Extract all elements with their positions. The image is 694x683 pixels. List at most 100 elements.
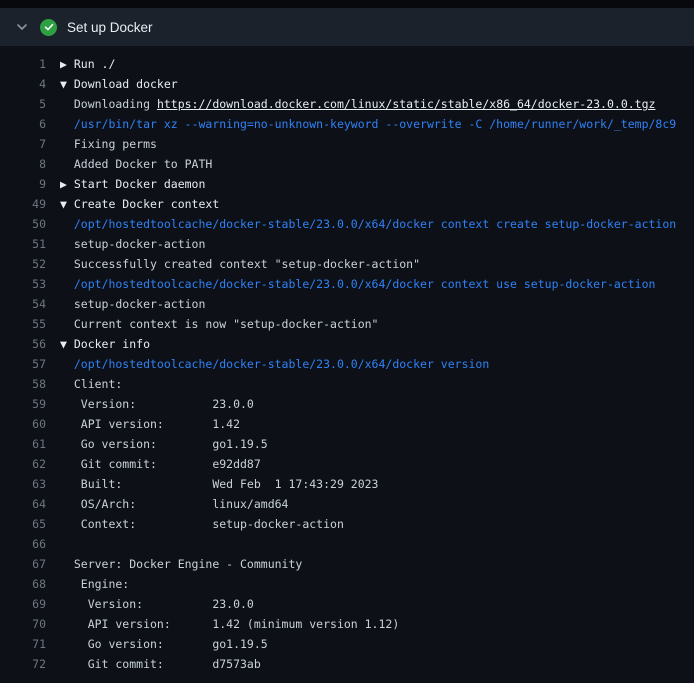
log-text: OS/Arch: linux/amd64 <box>60 497 288 511</box>
line-number[interactable]: 54 <box>0 294 46 314</box>
log-line: 67 Server: Docker Engine - Community <box>0 554 694 574</box>
log-line: 58 Client: <box>0 374 694 394</box>
log-line: 64 OS/Arch: linux/amd64 <box>0 494 694 514</box>
line-number[interactable]: 51 <box>0 234 46 254</box>
log-line: 54 setup-docker-action <box>0 294 694 314</box>
log-line: 59 Version: 23.0.0 <box>0 394 694 414</box>
line-number[interactable]: 59 <box>0 394 46 414</box>
line-content: Added Docker to PATH <box>46 154 212 174</box>
line-number[interactable]: 60 <box>0 414 46 434</box>
log-text: Go version: go1.19.5 <box>60 437 268 451</box>
line-content: ▼ Docker info <box>46 334 150 354</box>
log-text: ▼ Create Docker context <box>60 197 219 211</box>
line-number[interactable]: 68 <box>0 574 46 594</box>
line-number[interactable]: 71 <box>0 634 46 654</box>
line-number[interactable]: 65 <box>0 514 46 534</box>
log-text: Downloading <box>60 97 157 111</box>
log-text: API version: 1.42 (minimum version 1.12) <box>60 617 399 631</box>
line-number[interactable]: 49 <box>0 194 46 214</box>
log-group-line[interactable]: 9 ▶ Start Docker daemon <box>0 174 694 194</box>
line-content: Git commit: e92dd87 <box>46 454 261 474</box>
log-line: 55 Current context is now "setup-docker-… <box>0 314 694 334</box>
log-lines: 1▶ Run ./4 ▼ Download docker 5 Downloading… <box>0 54 694 674</box>
log-line: 53 /opt/hostedtoolcache/docker-stable/23… <box>0 274 694 294</box>
log-text: Version: 23.0.0 <box>60 597 254 611</box>
line-content: API version: 1.42 <box>46 414 240 434</box>
log-link[interactable]: https://download.docker.com/linux/static… <box>157 97 656 111</box>
line-content: OS/Arch: linux/amd64 <box>46 494 288 514</box>
line-content: ▶ Start Docker daemon <box>46 174 205 194</box>
line-number[interactable]: 57 <box>0 354 46 374</box>
check-circle-icon <box>40 19 57 36</box>
log-line: 50 /opt/hostedtoolcache/docker-stable/23… <box>0 214 694 234</box>
log-text: Git commit: e92dd87 <box>60 457 261 471</box>
log-group-line[interactable]: 49 ▼ Create Docker context <box>0 194 694 214</box>
line-number[interactable]: 1 <box>0 54 46 74</box>
log-text: API version: 1.42 <box>60 417 240 431</box>
line-content: Git commit: d7573ab <box>46 654 261 674</box>
line-content: Go version: go1.19.5 <box>46 634 268 654</box>
log-line: 61 Go version: go1.19.5 <box>0 434 694 454</box>
step-title: Set up Docker <box>67 20 153 35</box>
log-command-text: /usr/bin/tar xz --warning=no-unknown-key… <box>60 117 676 131</box>
line-content: API version: 1.42 (minimum version 1.12) <box>46 614 399 634</box>
line-number[interactable]: 55 <box>0 314 46 334</box>
log-text: Go version: go1.19.5 <box>60 637 268 651</box>
line-number[interactable]: 61 <box>0 434 46 454</box>
line-content: setup-docker-action <box>46 294 205 314</box>
line-number[interactable]: 4 <box>0 74 46 94</box>
line-number[interactable]: 69 <box>0 594 46 614</box>
line-number[interactable]: 70 <box>0 614 46 634</box>
line-number[interactable]: 64 <box>0 494 46 514</box>
line-content: Engine: <box>46 574 129 594</box>
line-content: Built: Wed Feb 1 17:43:29 2023 <box>46 474 379 494</box>
line-content <box>46 534 60 554</box>
log-group-line[interactable]: 4 ▼ Download docker <box>0 74 694 94</box>
log-line: 8 Added Docker to PATH <box>0 154 694 174</box>
chevron-down-icon[interactable] <box>16 21 28 33</box>
line-content: Successfully created context "setup-dock… <box>46 254 420 274</box>
line-number[interactable]: 5 <box>0 94 46 114</box>
log-line: 71 Go version: go1.19.5 <box>0 634 694 654</box>
log-line: 52 Successfully created context "setup-d… <box>0 254 694 274</box>
line-content: ▶ Run ./ <box>46 54 115 74</box>
log-text: Successfully created context "setup-dock… <box>60 257 420 271</box>
log-line: 51 setup-docker-action <box>0 234 694 254</box>
line-number[interactable]: 58 <box>0 374 46 394</box>
log-text: ▼ Download docker <box>60 77 178 91</box>
line-number[interactable]: 6 <box>0 114 46 134</box>
line-content: setup-docker-action <box>46 234 205 254</box>
line-number[interactable]: 56 <box>0 334 46 354</box>
line-content: Version: 23.0.0 <box>46 594 254 614</box>
line-number[interactable]: 7 <box>0 134 46 154</box>
log-line: 70 API version: 1.42 (minimum version 1.… <box>0 614 694 634</box>
line-number[interactable]: 53 <box>0 274 46 294</box>
line-number[interactable]: 62 <box>0 454 46 474</box>
line-number[interactable]: 63 <box>0 474 46 494</box>
log-text: Server: Docker Engine - Community <box>60 557 302 571</box>
line-content: Fixing perms <box>46 134 157 154</box>
log-line: 66 <box>0 534 694 554</box>
step-header[interactable]: Set up Docker <box>0 8 694 46</box>
log-group-line[interactable]: 56▼ Docker info <box>0 334 694 354</box>
line-number[interactable]: 66 <box>0 534 46 554</box>
log-line: 62 Git commit: e92dd87 <box>0 454 694 474</box>
line-number[interactable]: 9 <box>0 174 46 194</box>
log-group-line[interactable]: 1▶ Run ./ <box>0 54 694 74</box>
line-number[interactable]: 8 <box>0 154 46 174</box>
line-number[interactable]: 72 <box>0 654 46 674</box>
line-content: /opt/hostedtoolcache/docker-stable/23.0.… <box>46 274 655 294</box>
log-text: ▶ Start Docker daemon <box>60 177 205 191</box>
log-text: Version: 23.0.0 <box>60 397 254 411</box>
log-line: 68 Engine: <box>0 574 694 594</box>
line-number[interactable]: 52 <box>0 254 46 274</box>
log-line: 6 /usr/bin/tar xz --warning=no-unknown-k… <box>0 114 694 134</box>
log-line: 60 API version: 1.42 <box>0 414 694 434</box>
log-text: Client: <box>60 377 122 391</box>
line-content: /opt/hostedtoolcache/docker-stable/23.0.… <box>46 214 676 234</box>
line-content: ▼ Download docker <box>46 74 178 94</box>
line-number[interactable]: 50 <box>0 214 46 234</box>
log-line: 65 Context: setup-docker-action <box>0 514 694 534</box>
line-number[interactable]: 67 <box>0 554 46 574</box>
log-text: Current context is now "setup-docker-act… <box>60 317 379 331</box>
